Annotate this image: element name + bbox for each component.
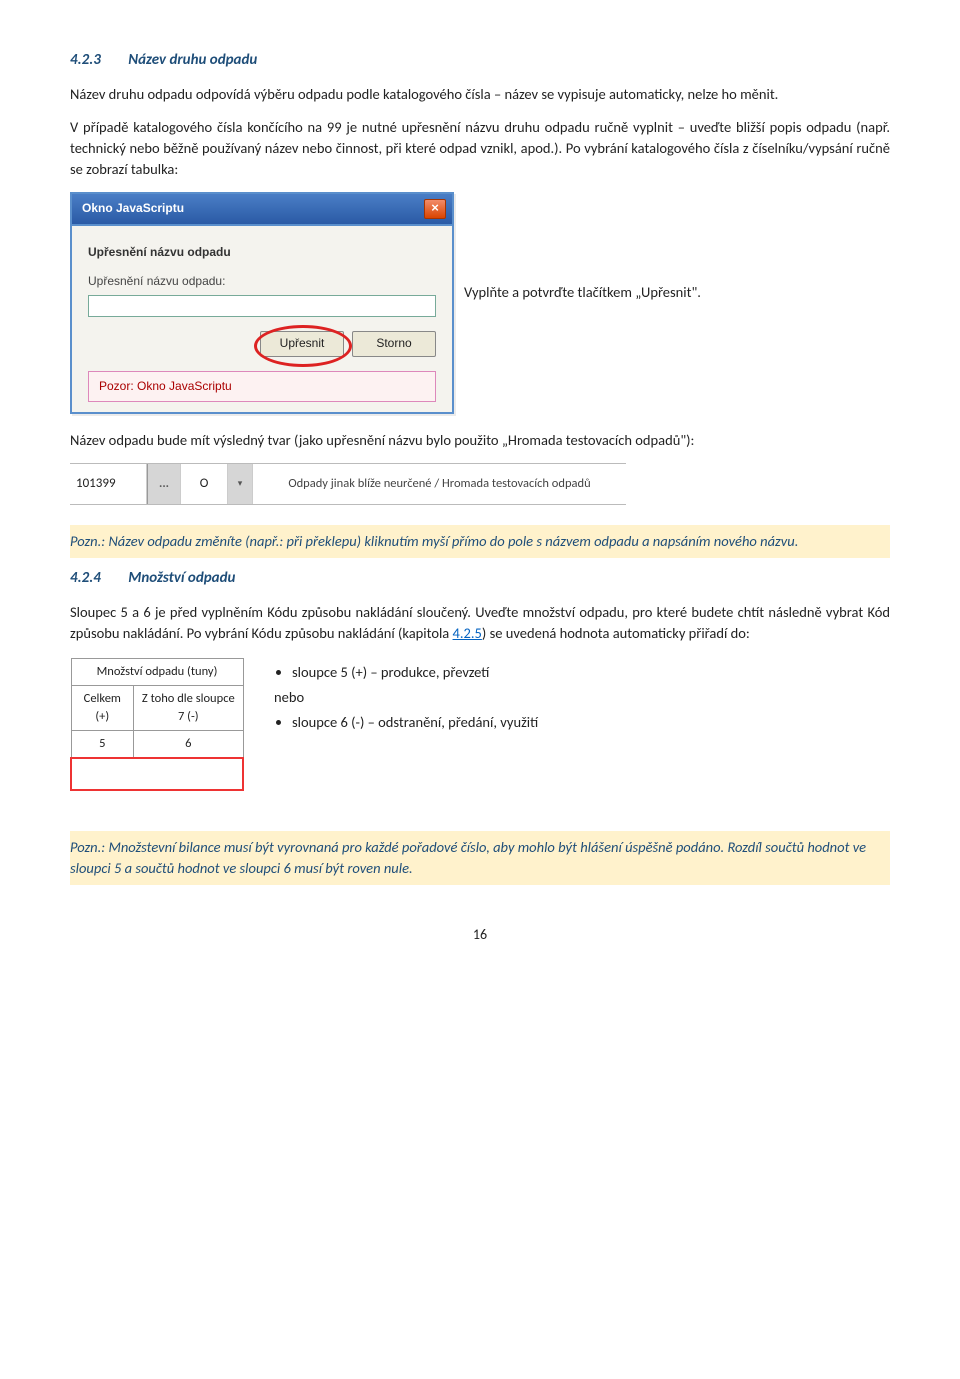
qtable-colnum: 5 [71,731,134,759]
note-text: Pozn.: Množstevní bilance musí být vyrov… [70,838,866,877]
or-text: nebo [274,687,538,708]
note-box: Pozn.: Název odpadu změníte (např.: při … [70,525,890,558]
dialog-heading: Upřesnění názvu odpadu [88,244,436,261]
note-box: Pozn.: Množstevní bilance musí být vyrov… [70,831,890,885]
close-icon[interactable]: × [424,199,446,219]
note-text: Pozn.: Název odpadu změníte (např.: při … [70,532,798,550]
list-item: sloupce 6 (-) – odstranění, předání, vyu… [292,712,538,733]
link-425[interactable]: 4.2.5 [453,624,482,642]
category-cell: O [181,464,228,504]
dialog-warning: Pozor: Okno JavaScriptu [88,371,436,402]
dialog-titlebar: Okno JavaScriptu × [72,194,452,226]
quantity-bullets: sloupce 5 (+) – produkce, převzetí nebo … [274,658,538,737]
heading-number: 4.2.4 [70,569,101,587]
page-number: 16 [70,925,890,945]
result-row-example: 101399 ... O ▾ Odpady jinak blíže neurče… [70,463,626,505]
heading-424: 4.2.4 Množství odpadu [70,568,890,590]
heading-number: 4.2.3 [70,51,101,69]
heading-title: Množství odpadu [128,569,235,587]
waste-name-cell[interactable]: Odpady jinak blíže neurčené / Hromada te… [253,464,626,504]
paragraph: Název odpadu bude mít výsledný tvar (jak… [70,430,890,451]
qtable-header: Množství odpadu (tuny) [71,658,243,685]
quantity-table: Množství odpadu (tuny) Celkem (+) Z toho… [70,658,244,792]
waste-code-cell: 101399 [70,464,147,504]
heading-423: 4.2.3 Název druhu odpadu [70,50,890,72]
paragraph: V případě katalogového čísla končícího n… [70,117,890,180]
list-item: sloupce 5 (+) – produkce, převzetí [292,662,538,683]
paragraph: Název druhu odpadu odpovídá výběru odpad… [70,84,890,105]
refine-input[interactable] [88,295,436,317]
dialog-field-label: Upřesnění názvu odpadu: [88,274,225,288]
paragraph: Sloupec 5 a 6 je před vyplněním Kódu způ… [70,602,890,644]
heading-title: Název druhu odpadu [128,51,257,69]
dialog-title: Okno JavaScriptu [82,200,184,217]
qtable-col1-label: Celkem (+) [71,685,134,730]
javascript-dialog: Okno JavaScriptu × Upřesnění názvu odpad… [70,192,454,414]
chevron-down-icon[interactable]: ▾ [228,464,253,504]
upresnit-button[interactable]: Upřesnit [260,331,344,357]
qtable-col2-label: Z toho dle sloupce 7 (-) [134,685,243,730]
qtable-colnum: 6 [134,731,243,759]
storno-button[interactable]: Storno [352,331,436,357]
picker-button[interactable]: ... [147,464,181,504]
qtable-input-row[interactable] [71,758,243,790]
dialog-instruction: Vyplňte a potvrďte tlačítkem „Upřesnit". [464,282,701,303]
